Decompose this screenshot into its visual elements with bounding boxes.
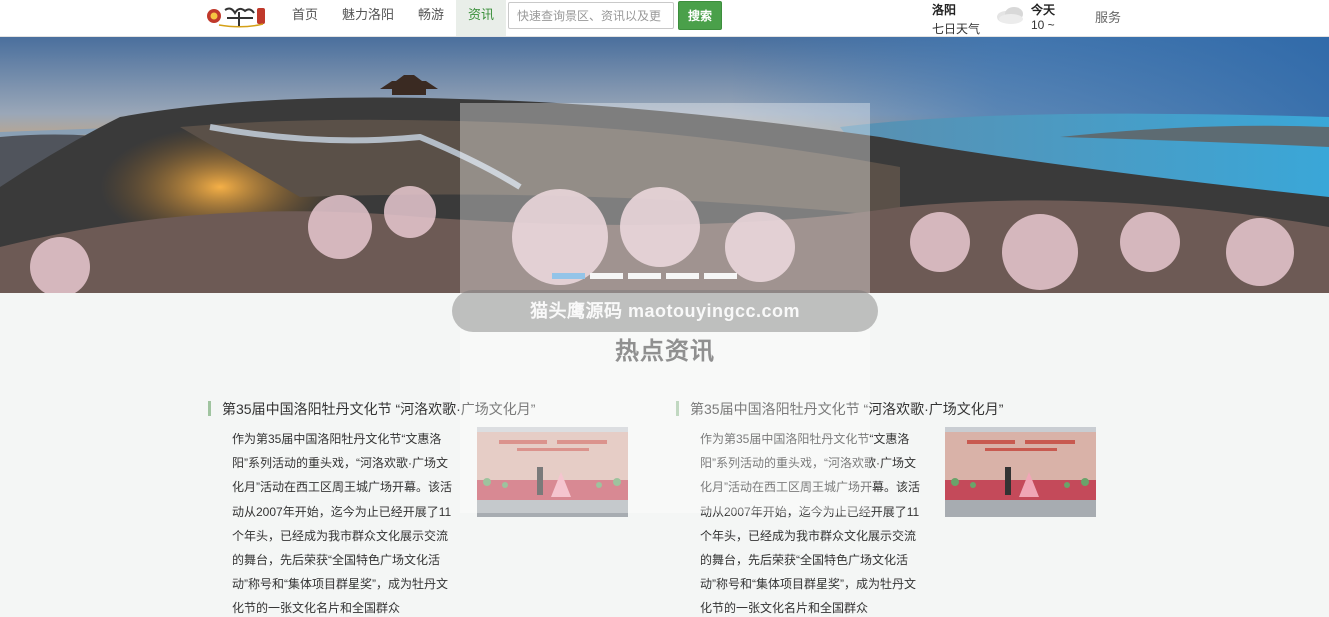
search-input[interactable] [508,2,674,29]
weather-city: 洛阳 [932,3,957,17]
news-summary: 作为第35届中国洛阳牡丹文化节“文惠洛阳”系列活动的重头戏，“河洛欢歌·广场文化… [232,432,452,616]
nav-service[interactable]: 服务 [1095,7,1121,26]
top-navigation-bar: 首页 魅力洛阳 畅游 资讯 搜索 洛阳 七日天气 今天 10 ~ 服务 [0,0,1329,37]
cloud-icon [997,7,1023,24]
nav-travel[interactable]: 畅游 [406,0,456,36]
search-button[interactable]: 搜索 [678,1,722,30]
nav-home[interactable]: 首页 [280,0,330,36]
weather-temperature: 10 ~ [1031,18,1055,32]
nav-charm-luoyang[interactable]: 魅力洛阳 [330,0,406,36]
main-nav: 首页 魅力洛阳 畅游 资讯 [280,0,507,36]
watermark-label: 猫头鹰源码 maotouyingcc.com [452,290,878,332]
site-logo[interactable] [205,4,267,28]
news-thumbnail[interactable] [945,427,1096,517]
nav-news[interactable]: 资讯 [456,0,507,36]
title-accent-bar [208,401,211,416]
weather-forecast-link[interactable]: 七日天气 [932,20,980,37]
weather-day: 今天 [1031,3,1056,17]
